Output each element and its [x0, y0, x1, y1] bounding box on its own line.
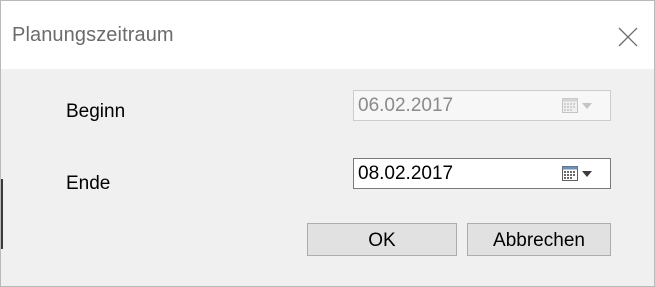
cancel-button[interactable]: Abbrechen	[467, 223, 611, 256]
beginn-date-value: 06.02.2017	[358, 95, 454, 116]
beginn-datepicker: 06.02.2017	[353, 90, 611, 121]
chevron-down-icon[interactable]	[582, 171, 592, 177]
window-edge-divider	[1, 179, 3, 249]
calendar-icon[interactable]	[562, 166, 578, 181]
beginn-label: Beginn	[66, 101, 126, 122]
chevron-down-icon	[582, 103, 592, 109]
ende-date-value[interactable]: 08.02.2017	[358, 163, 453, 185]
close-button[interactable]	[613, 23, 643, 51]
ok-button[interactable]: OK	[307, 223, 457, 256]
dialog-window: Planungszeitraum Beginn 06.02.2017 Ende …	[0, 0, 655, 287]
ende-datepicker[interactable]: 08.02.2017	[353, 158, 611, 189]
close-icon	[618, 27, 638, 47]
ende-label: Ende	[66, 173, 111, 194]
calendar-icon	[562, 98, 578, 113]
title-bar: Planungszeitraum	[1, 1, 654, 69]
dialog-title: Planungszeitraum	[12, 24, 174, 46]
